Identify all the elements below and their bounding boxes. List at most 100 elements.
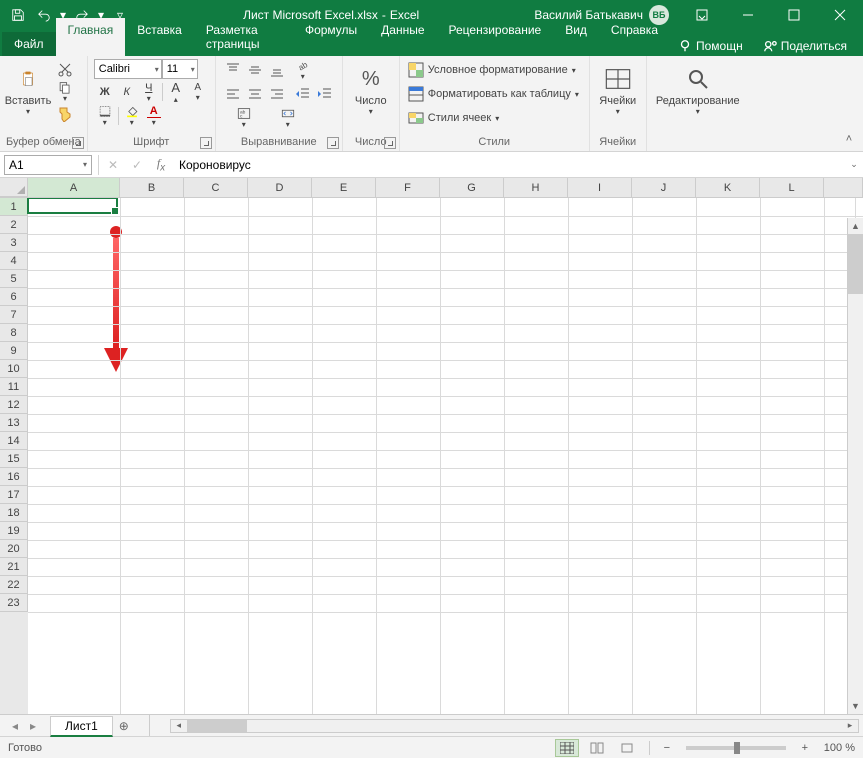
vertical-scrollbar[interactable]: ▲ ▼ [847,218,863,714]
font-color-button[interactable]: A▾ [143,105,165,127]
column-header-C[interactable]: C [184,178,248,197]
cancel-formula-button[interactable]: ✕ [101,155,125,175]
sheet-next-button[interactable]: ▸ [24,717,42,735]
collapse-ribbon-button[interactable]: ˄ [841,131,857,147]
add-sheet-button[interactable]: ⊕ [113,719,135,733]
font-name-combo[interactable]: Calibri▾ [94,59,162,79]
row-header-18[interactable]: 18 [0,504,28,522]
maximize-button[interactable] [771,0,817,30]
row-header-7[interactable]: 7 [0,306,28,324]
minimize-button[interactable] [725,0,771,30]
row-header-19[interactable]: 19 [0,522,28,540]
tab-данные[interactable]: Данные [369,18,436,56]
number-format-button[interactable]: % Число ▾ [349,59,393,127]
horizontal-scrollbar[interactable]: ◂▸ [170,719,863,733]
font-launcher[interactable] [200,137,212,149]
zoom-in-button[interactable]: + [798,742,812,754]
column-header-F[interactable]: F [376,178,440,197]
wrap-text-button[interactable]: abc▾ [222,107,266,129]
fill-color-button[interactable]: ▾ [121,105,143,127]
row-header-14[interactable]: 14 [0,432,28,450]
merge-button[interactable]: ▾ [266,107,310,129]
paste-button[interactable]: Вставить ▾ [6,59,50,127]
row-header-12[interactable]: 12 [0,396,28,414]
cells-area[interactable]: Короновирус [28,198,863,714]
view-page-break-button[interactable] [615,739,639,757]
column-header-A[interactable]: A [28,178,120,197]
row-header-15[interactable]: 15 [0,450,28,468]
align-center-button[interactable] [244,83,266,105]
zoom-level[interactable]: 100 % [824,742,855,754]
close-button[interactable] [817,0,863,30]
tab-справка[interactable]: Справка [599,18,670,56]
row-header-13[interactable]: 13 [0,414,28,432]
select-all-corner[interactable] [0,178,28,197]
tab-вид[interactable]: Вид [553,18,599,56]
italic-button[interactable]: К [116,81,138,103]
tab-рецензирование[interactable]: Рецензирование [437,18,554,56]
name-box[interactable]: A1▾ [4,155,92,175]
tab-главная[interactable]: Главная [56,18,126,56]
align-middle-button[interactable] [244,59,266,81]
row-header-4[interactable]: 4 [0,252,28,270]
save-button[interactable] [6,3,30,27]
tab-file[interactable]: Файл [2,32,56,56]
cells-button[interactable]: Ячейки ▾ [596,59,640,127]
column-header-B[interactable]: B [120,178,184,197]
cell-styles-button[interactable]: Стили ячеек▾ [406,107,583,129]
row-header-16[interactable]: 16 [0,468,28,486]
expand-formula-bar[interactable]: ⌄ [845,159,863,170]
column-header-I[interactable]: I [568,178,632,197]
row-header-2[interactable]: 2 [0,216,28,234]
alignment-launcher[interactable] [327,137,339,149]
row-header-5[interactable]: 5 [0,270,28,288]
row-header-11[interactable]: 11 [0,378,28,396]
decrease-indent-button[interactable] [292,83,314,105]
enter-formula-button[interactable]: ✓ [125,155,149,175]
format-as-table-button[interactable]: Форматировать как таблицу▾ [406,83,583,105]
align-left-button[interactable] [222,83,244,105]
row-header-10[interactable]: 10 [0,360,28,378]
align-right-button[interactable] [266,83,288,105]
worksheet-grid[interactable]: ABCDEFGHIJKL 123456789101112131415161718… [0,178,863,714]
zoom-slider[interactable] [686,746,786,750]
font-size-combo[interactable]: 11▾ [162,59,198,79]
column-header-H[interactable]: H [504,178,568,197]
clipboard-launcher[interactable] [72,137,84,149]
conditional-formatting-button[interactable]: Условное форматирование▾ [406,59,583,81]
row-header-1[interactable]: 1 [0,198,28,216]
ribbon-options-button[interactable] [679,0,725,30]
format-painter-button[interactable] [54,103,76,125]
grow-font-button[interactable]: A▴ [165,81,187,103]
view-page-layout-button[interactable] [585,739,609,757]
shrink-font-button[interactable]: A▾ [187,81,209,103]
cut-button[interactable] [54,59,76,81]
tab-разметка страницы[interactable]: Разметка страницы [194,18,293,56]
increase-indent-button[interactable] [314,83,336,105]
copy-button[interactable]: ▾ [54,81,76,103]
editing-button[interactable]: Редактирование ▾ [653,59,743,127]
tell-me[interactable]: Помощн [670,36,751,56]
insert-function-button[interactable]: fx [149,155,173,175]
underline-button[interactable]: Ч▾ [138,81,160,103]
row-header-6[interactable]: 6 [0,288,28,306]
view-normal-button[interactable] [555,739,579,757]
borders-button[interactable]: ▾ [94,105,116,127]
row-header-23[interactable]: 23 [0,594,28,612]
column-header-K[interactable]: K [696,178,760,197]
column-header-D[interactable]: D [248,178,312,197]
zoom-out-button[interactable]: − [660,742,674,754]
align-top-button[interactable] [222,59,244,81]
column-header-J[interactable]: J [632,178,696,197]
column-header-G[interactable]: G [440,178,504,197]
align-bottom-button[interactable] [266,59,288,81]
share-button[interactable]: Поделиться [755,36,855,56]
sheet-prev-button[interactable]: ◂ [6,717,24,735]
column-header-E[interactable]: E [312,178,376,197]
row-header-9[interactable]: 9 [0,342,28,360]
orientation-button[interactable]: ab▾ [292,59,314,81]
row-header-17[interactable]: 17 [0,486,28,504]
row-header-20[interactable]: 20 [0,540,28,558]
row-header-21[interactable]: 21 [0,558,28,576]
undo-button[interactable] [32,3,56,27]
